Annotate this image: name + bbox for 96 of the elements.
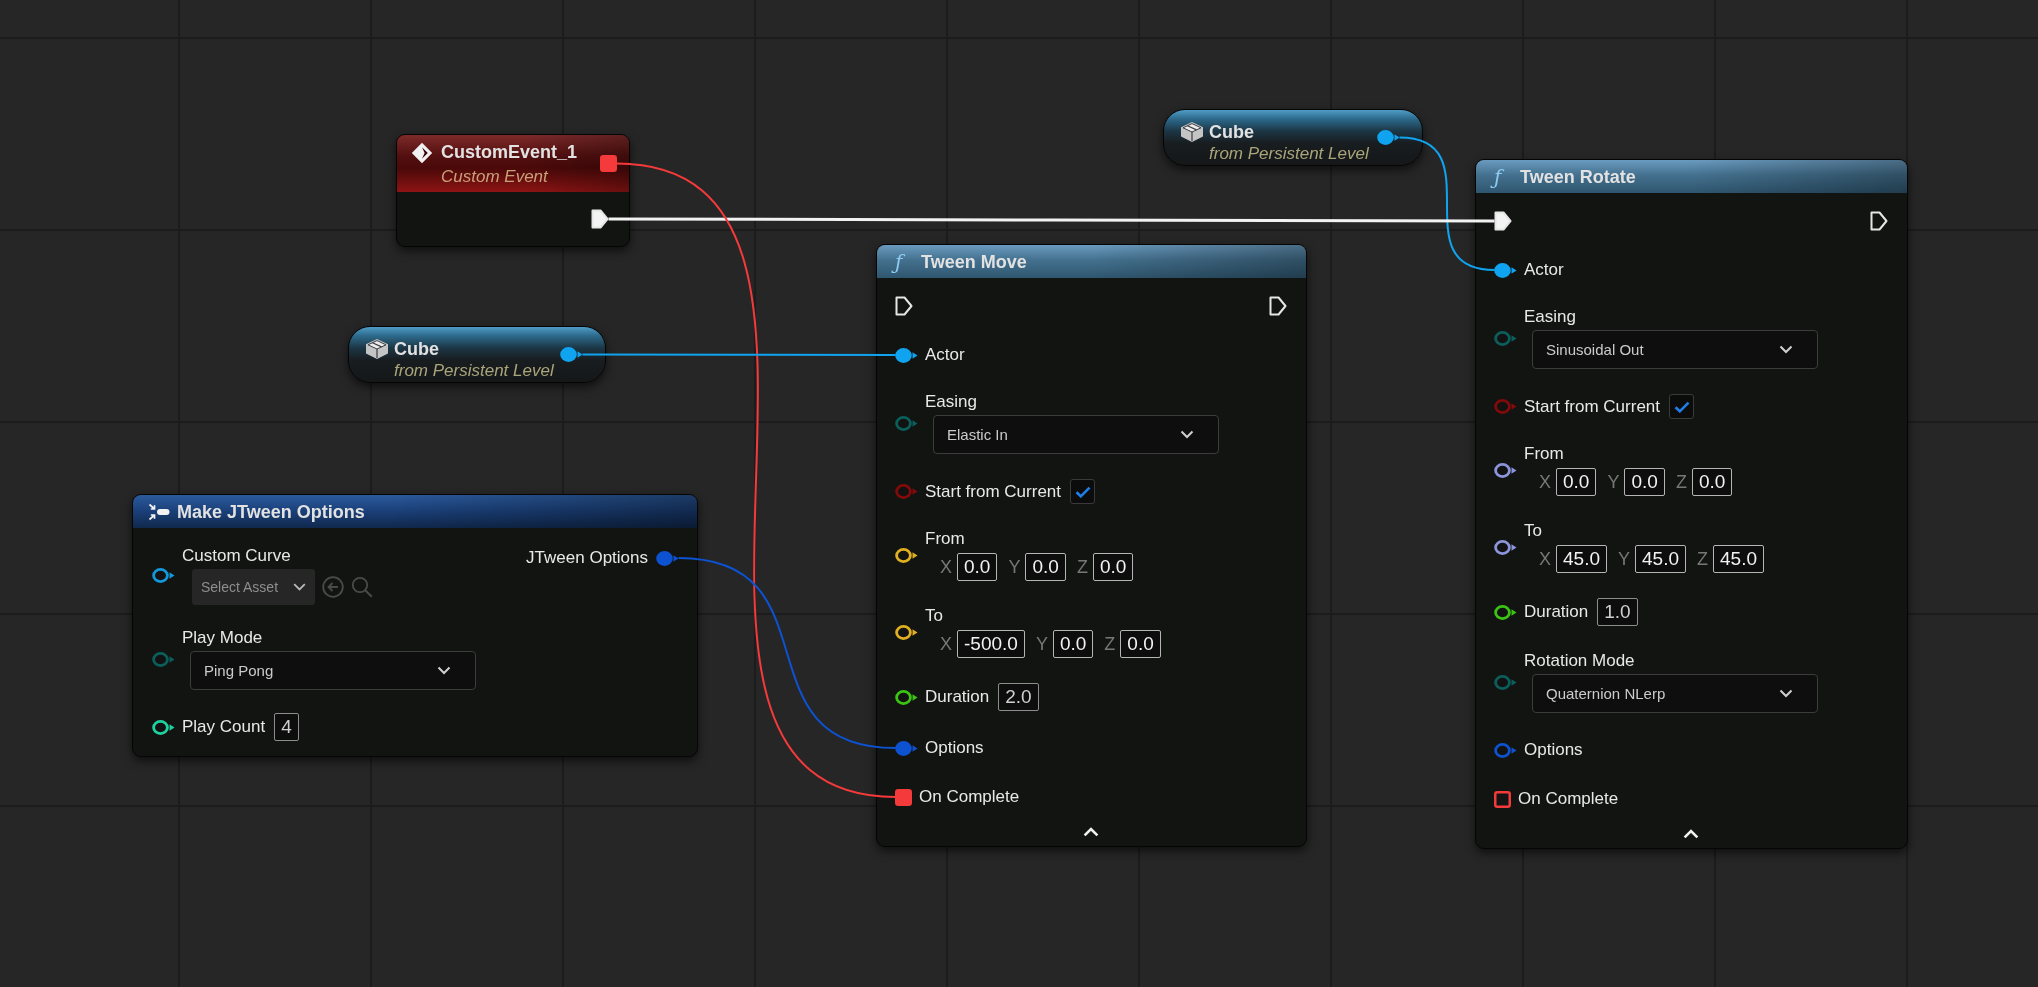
data-pin-icon[interactable] — [895, 689, 918, 705]
enum-dropdown[interactable]: Sinusoidal Out — [1532, 330, 1818, 369]
pin-label: On Complete — [1518, 789, 1619, 809]
number-field[interactable]: 45.0 — [1635, 545, 1686, 573]
pin-label: Custom Curve — [182, 546, 291, 566]
number-field[interactable]: 1.0 — [1597, 598, 1638, 626]
pin-label: Options — [925, 738, 984, 758]
number-field[interactable]: 0.0 — [1624, 468, 1665, 496]
axis-label: X — [940, 556, 952, 578]
node-title: Tween Rotate — [1520, 165, 1636, 188]
axis-label: Y — [1607, 471, 1620, 493]
pin-label: Options — [1524, 740, 1583, 760]
pin-label: Start from Current — [925, 481, 1062, 502]
chevron-down-icon — [1779, 689, 1793, 698]
pin-label: JTween Options — [526, 548, 648, 568]
data-pin-icon[interactable] — [1494, 262, 1517, 278]
pin-label: Actor — [1524, 260, 1564, 280]
node-title: Cube — [1209, 121, 1255, 143]
checkbox[interactable] — [1070, 479, 1096, 504]
exec-pin-icon[interactable] — [895, 296, 913, 316]
enum-dropdown[interactable]: Elastic In — [933, 415, 1219, 454]
asset-picker[interactable]: Select Asset — [192, 569, 315, 605]
pin-label: On Complete — [919, 787, 1020, 807]
enum-dropdown[interactable]: Quaternion NLerp — [1532, 674, 1818, 713]
number-field[interactable]: 45.0 — [1556, 545, 1607, 573]
exec-pin-icon[interactable] — [1269, 296, 1287, 316]
exec-pin-icon[interactable] — [591, 209, 609, 229]
checkmark-icon — [1673, 400, 1690, 413]
number-field[interactable]: 4 — [274, 713, 299, 741]
data-pin-icon[interactable] — [1494, 539, 1517, 555]
data-pin-icon[interactable] — [895, 624, 918, 640]
node-subtitle: from Persistent Level — [1209, 143, 1369, 165]
pin-label: Easing — [1524, 307, 1576, 327]
pin-label: Rotation Mode — [1524, 651, 1635, 671]
axis-label: X — [1539, 471, 1551, 493]
node-subtitle: Custom Event — [441, 166, 550, 188]
data-pin-icon[interactable] — [152, 719, 175, 735]
axis-label: Y — [1618, 548, 1630, 570]
chevron-up-icon[interactable] — [1083, 827, 1099, 837]
axis-label: Z — [1675, 471, 1687, 493]
axis-label: Z — [1104, 633, 1116, 655]
pin-label: Duration — [1524, 602, 1589, 622]
delegate-pin-icon[interactable] — [1494, 790, 1511, 808]
data-pin-icon[interactable] — [1377, 130, 1400, 145]
node-title: Cube — [394, 338, 440, 360]
pin-label: To — [1524, 521, 1542, 541]
number-field[interactable]: 0.0 — [1025, 553, 1066, 581]
chevron-down-icon — [293, 583, 306, 591]
pin-label: Duration — [925, 687, 990, 707]
number-field[interactable]: 0.0 — [1556, 468, 1597, 496]
enum-dropdown[interactable]: Ping Pong — [190, 651, 476, 690]
node-title: Make JTween Options — [177, 500, 365, 523]
axis-label: X — [1539, 548, 1551, 570]
chevron-up-icon[interactable] — [1683, 829, 1699, 839]
checkmark-icon — [1074, 485, 1091, 498]
event-diamond-icon — [411, 142, 433, 164]
number-field[interactable]: 0.0 — [1691, 468, 1733, 496]
pin-label: Play Mode — [182, 628, 263, 648]
data-pin-icon[interactable] — [895, 347, 918, 363]
number-field[interactable]: 0.0 — [1120, 630, 1161, 658]
pin-label: To — [925, 606, 943, 626]
node-subtitle: from Persistent Level — [394, 360, 554, 382]
pin-label: Start from Current — [1524, 396, 1661, 417]
data-pin-icon[interactable] — [1494, 462, 1517, 478]
pin-label: From — [1524, 444, 1564, 464]
number-field[interactable]: 0.0 — [1092, 553, 1134, 581]
chevron-down-icon — [1180, 430, 1194, 439]
pin-label: Actor — [925, 345, 965, 365]
data-pin-icon[interactable] — [560, 347, 583, 362]
pin-label: Play Count — [182, 717, 266, 737]
chevron-down-icon — [437, 666, 451, 675]
delegate-pin-icon[interactable] — [895, 788, 912, 806]
axis-label: Y — [1035, 633, 1048, 655]
exec-pin-icon[interactable] — [1494, 211, 1512, 231]
pin-label: Easing — [925, 392, 977, 412]
node-title: Tween Move — [921, 250, 1027, 273]
number-field[interactable]: -500.0 — [957, 630, 1025, 658]
converging-arrows-icon — [148, 502, 170, 521]
cube-icon — [1180, 121, 1204, 143]
exec-pin-icon[interactable] — [1870, 211, 1888, 231]
cube-icon — [365, 338, 389, 360]
number-field[interactable]: 45.0 — [1713, 545, 1764, 573]
number-field[interactable]: 2.0 — [998, 683, 1039, 711]
checkbox[interactable] — [1669, 394, 1695, 419]
data-pin-icon[interactable] — [152, 568, 175, 583]
axis-label: Z — [1076, 556, 1088, 578]
data-pin-icon[interactable] — [1494, 604, 1517, 620]
axis-label: Z — [1697, 548, 1708, 570]
number-field[interactable]: 0.0 — [1052, 630, 1094, 658]
axis-label: Y — [1008, 556, 1021, 578]
data-pin-icon[interactable] — [895, 547, 918, 563]
chevron-down-icon — [1779, 345, 1793, 354]
pin-label: From — [925, 529, 965, 549]
number-field[interactable]: 0.0 — [957, 553, 998, 581]
axis-label: X — [940, 633, 952, 655]
node-title: CustomEvent_1 — [441, 141, 578, 163]
